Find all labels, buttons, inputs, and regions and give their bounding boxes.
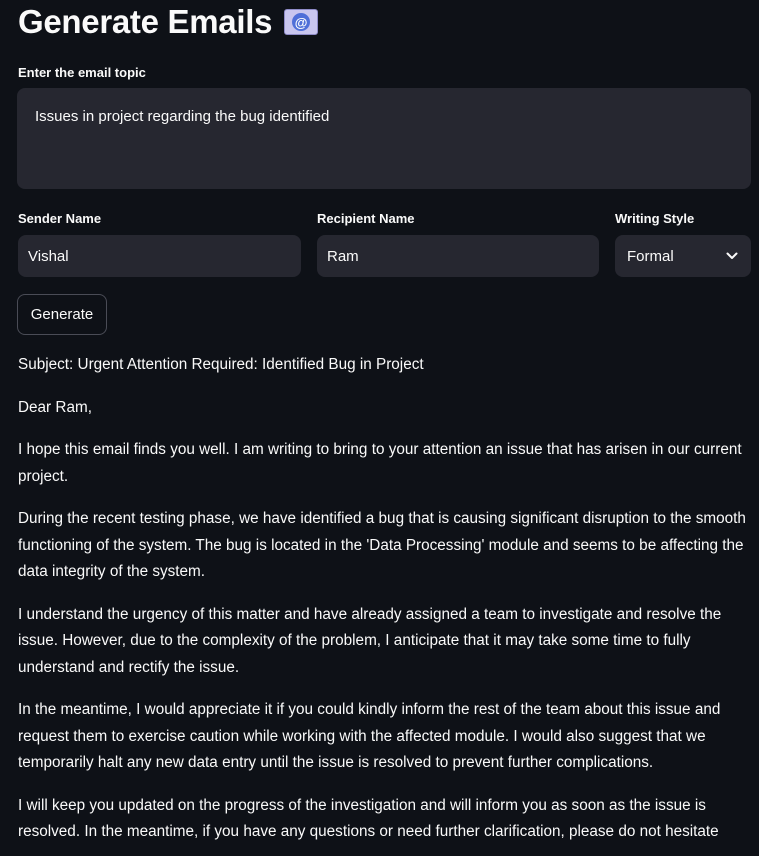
chevron-down-icon — [725, 249, 739, 263]
app-page: Generate Emails @ Enter the email topic … — [0, 0, 759, 856]
email-greeting: Dear Ram, — [18, 398, 92, 416]
recipient-field: Recipient Name Ram — [317, 211, 599, 277]
email-paragraph: I hope this email finds you well. I am w… — [18, 441, 742, 485]
writing-style-select[interactable]: Formal — [615, 235, 751, 277]
email-paragraph: During the recent testing phase, we have… — [18, 510, 746, 580]
page-title: Generate Emails — [18, 3, 273, 40]
writing-style-value: Formal — [627, 247, 674, 265]
recipient-label: Recipient Name — [317, 211, 415, 226]
title-row: Generate Emails @ — [18, 0, 741, 44]
style-field: Writing Style Formal — [615, 211, 751, 277]
generated-email: Subject: Urgent Attention Required: Iden… — [18, 352, 748, 856]
email-paragraph: I understand the urgency of this matter … — [18, 605, 722, 676]
email-paragraph: I will keep you updated on the progress … — [18, 796, 719, 841]
recipient-input[interactable]: Ram — [317, 235, 599, 277]
topic-textarea[interactable]: Issues in project regarding the bug iden… — [17, 88, 751, 189]
email-subject: Subject: Urgent Attention Required: Iden… — [18, 356, 424, 373]
email-paragraph: In the meantime, I would appreciate it i… — [18, 701, 721, 771]
style-label: Writing Style — [615, 211, 695, 226]
sender-input[interactable]: Vishal — [18, 235, 301, 277]
sender-label: Sender Name — [18, 211, 102, 226]
sender-field: Sender Name Vishal — [18, 211, 301, 277]
generate-button[interactable]: Generate — [17, 294, 107, 335]
e-mail-at-icon: @ — [284, 9, 319, 35]
topic-label: Enter the email topic — [18, 65, 146, 80]
